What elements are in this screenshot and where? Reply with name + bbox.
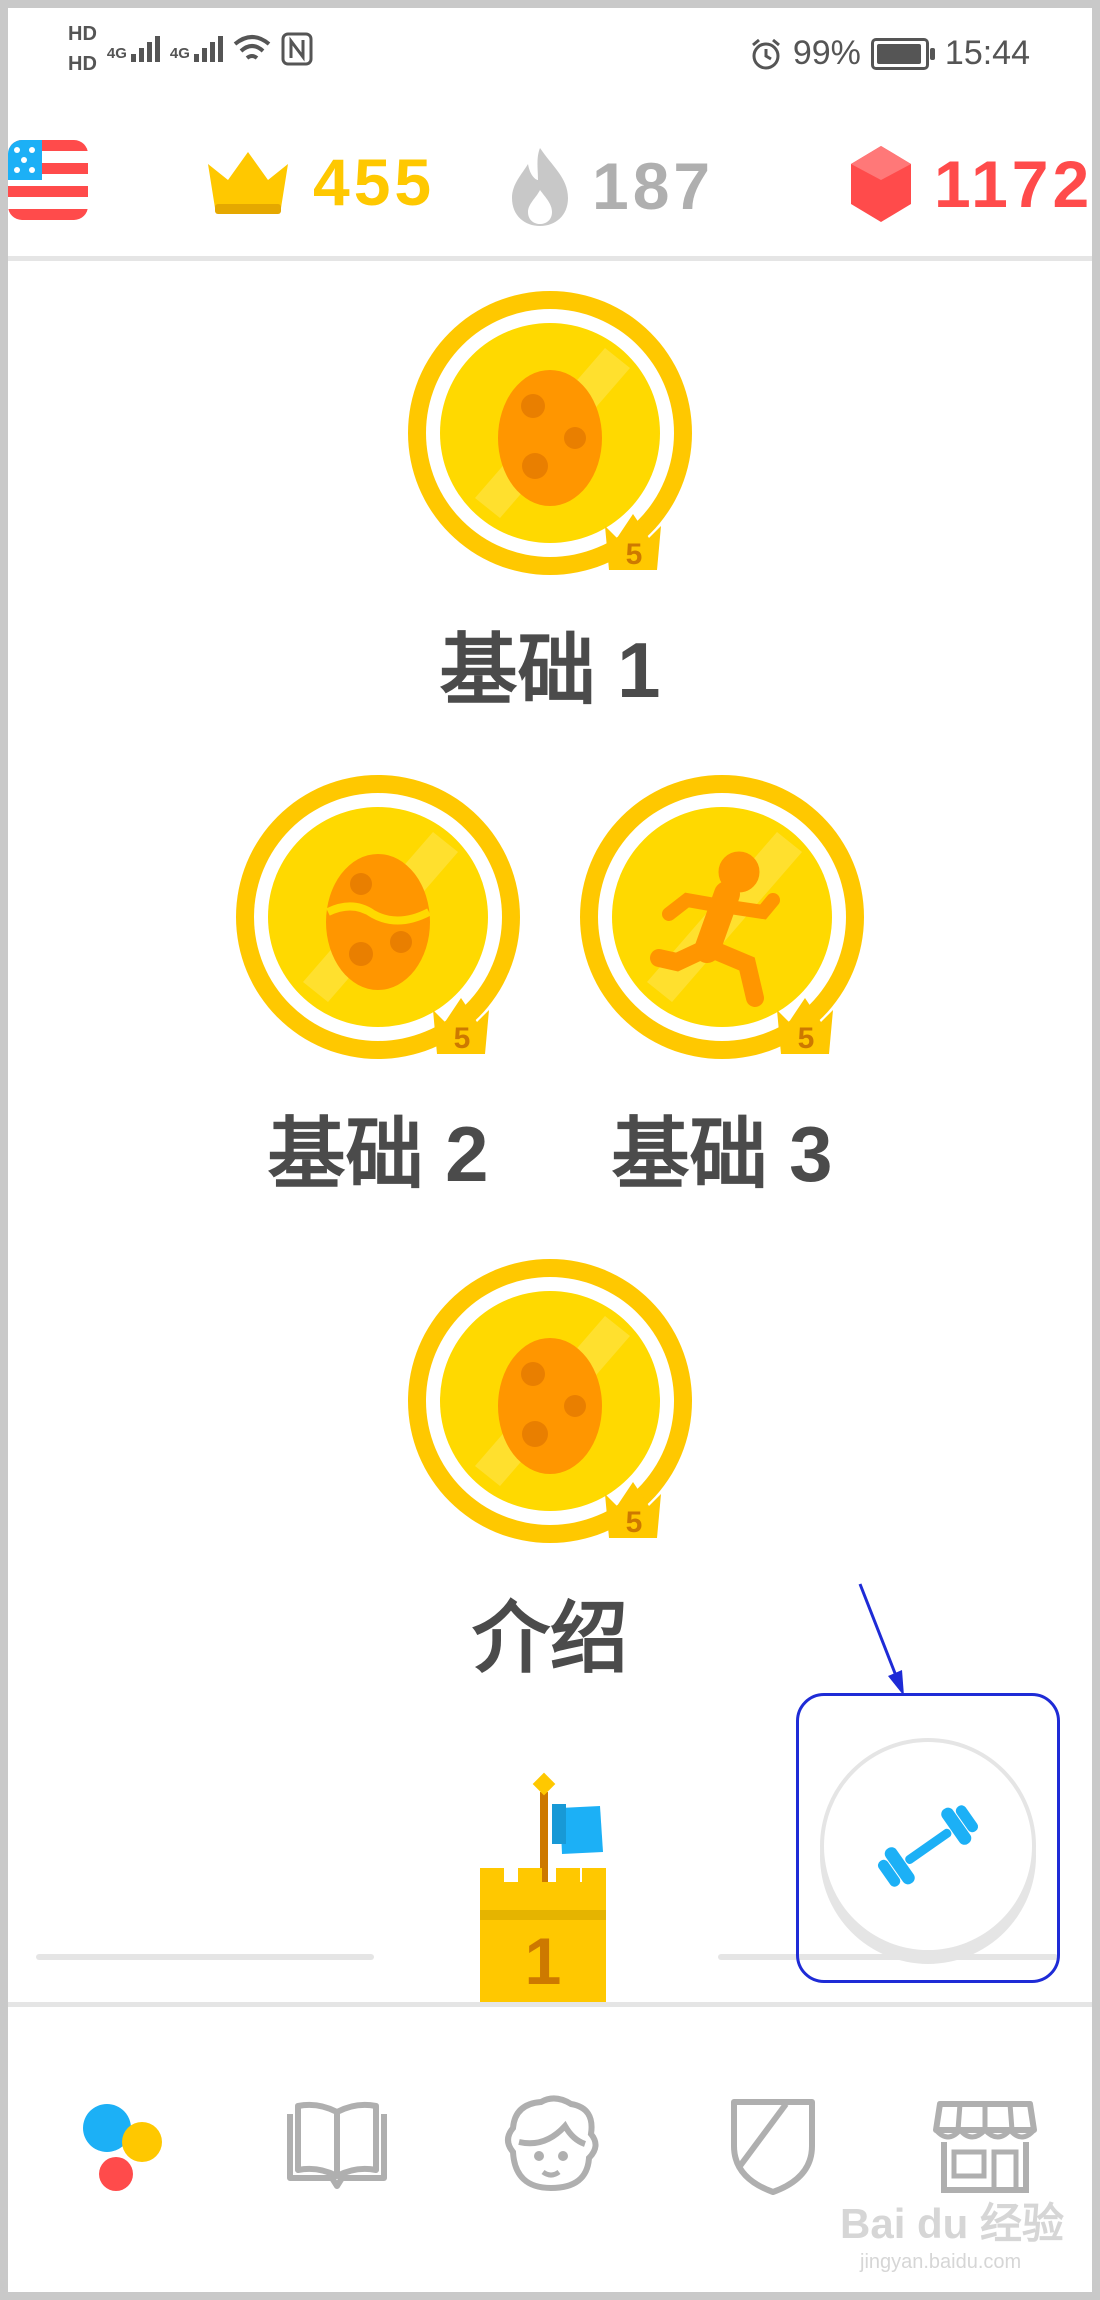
skill-label: 介绍 — [471, 1594, 628, 1682]
annotation-arrow — [858, 1583, 904, 1696]
skill-level: 5 — [454, 1022, 471, 1055]
streak-stat[interactable]: 187 — [508, 144, 714, 228]
watermark: Bai du 经验 jingyan.baidu.com — [840, 2190, 1064, 2274]
skill-label: 基础 1 — [439, 626, 661, 714]
cracked-egg-icon — [326, 854, 431, 990]
us-flag-icon[interactable] — [8, 140, 88, 220]
shop-icon — [933, 2101, 1037, 2193]
checkpoint-number: 1 — [525, 1924, 562, 1998]
shield-icon — [731, 2099, 815, 2195]
battery-icon — [870, 37, 935, 70]
egg-icon — [498, 1338, 602, 1474]
tabbar-divider — [8, 2002, 1092, 2007]
path-track-left — [36, 1954, 374, 1960]
stats-bar: 455 187 1172 — [8, 120, 1092, 260]
streak-count: 187 — [592, 149, 715, 223]
tab-profile[interactable] — [495, 2090, 605, 2200]
egg-icon — [498, 370, 602, 506]
skill-badge: 5 — [580, 775, 864, 1059]
checkpoint-castle[interactable]: 1 — [470, 1772, 620, 2002]
signal-2-icon: 4G — [170, 32, 223, 62]
learn-dots-icon — [83, 2104, 162, 2191]
crowns-count: 455 — [313, 145, 436, 219]
tab-learn[interactable] — [70, 2090, 180, 2200]
signal-1-icon: 4G — [107, 32, 160, 62]
wifi-icon — [233, 35, 271, 60]
streak-flame-icon — [512, 148, 568, 226]
skill-level: 5 — [626, 538, 643, 571]
gems-stat[interactable]: 1172 — [848, 144, 1093, 224]
nfc-icon — [281, 32, 313, 66]
clock: 15:44 — [944, 34, 1030, 72]
battery-percent: 99% — [792, 34, 861, 72]
sim2-hd-label: HD — [68, 53, 97, 75]
tab-leagues[interactable] — [718, 2090, 828, 2200]
skill-level: 5 — [626, 1506, 643, 1539]
alarm-icon — [751, 38, 780, 69]
tab-stories[interactable] — [282, 2090, 392, 2200]
status-bar: HD HD 4G 4G 99% 15:44 — [0, 0, 1100, 110]
book-icon — [287, 2101, 387, 2189]
skill-badge: 5 — [408, 291, 692, 575]
tab-shop[interactable] — [930, 2090, 1040, 2200]
dumbbell-icon — [877, 1805, 979, 1887]
avatar-face-icon — [505, 2095, 599, 2192]
practice-button[interactable] — [820, 1738, 1036, 1954]
skill-badge: 5 — [408, 1259, 692, 1543]
gems-count: 1172 — [934, 147, 1094, 221]
skill-badge: 5 — [236, 775, 520, 1059]
watermark-url: jingyan.baidu.com — [860, 2251, 1022, 2273]
sim1-hd-label: HD — [68, 23, 97, 45]
watermark-brand: Bai du 经验 — [840, 2200, 1065, 2247]
castle-icon: 1 — [480, 1868, 606, 2002]
crown-icon — [208, 152, 288, 214]
skill-level: 5 — [798, 1022, 815, 1055]
skill-label: 基础 3 — [611, 1110, 833, 1198]
header-divider — [8, 256, 1092, 261]
gem-icon — [851, 146, 911, 222]
crowns-stat[interactable]: 455 — [203, 144, 435, 220]
